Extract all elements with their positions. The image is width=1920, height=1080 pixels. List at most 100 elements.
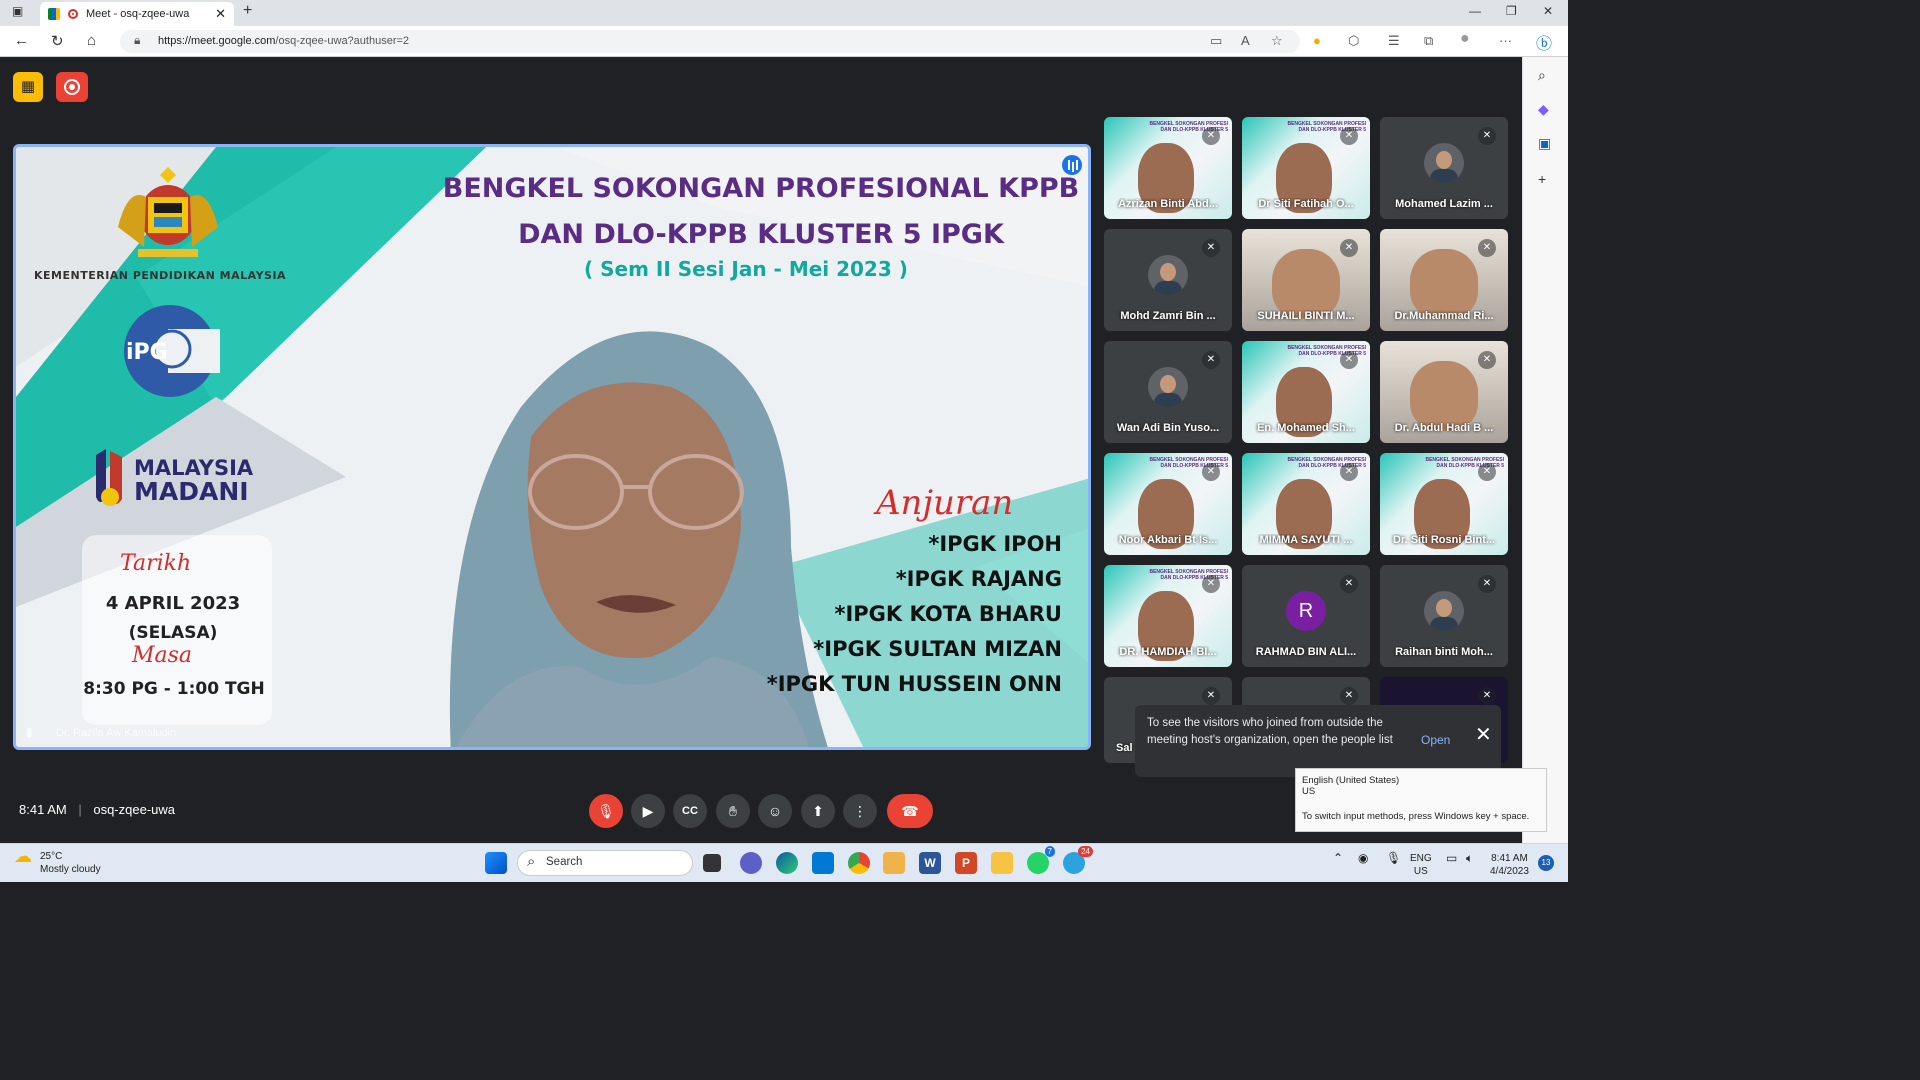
camera-button[interactable]: ▶ [631,794,665,828]
participant-tile[interactable]: R ✕ RAHMAD BIN ALI... [1242,565,1370,667]
task-view-icon[interactable] [703,854,721,872]
favorite-star-icon[interactable]: ☆ [1271,33,1283,49]
browser-toolbar: ← ↻ ⌂ 🔒︎ https://meet.google.com/osq-zqe… [0,26,1568,57]
tray-app-icon[interactable]: ◉ [1358,852,1368,865]
close-window-icon[interactable]: ✕ [1543,4,1553,18]
clock-date: 4/4/2023 [1490,866,1529,877]
ime-hint: To switch input methods, press Windows k… [1302,811,1530,822]
collections-icon[interactable]: ⧉ [1424,33,1433,49]
pin-icon[interactable]: ▮ [26,725,33,739]
participant-tile[interactable]: ✕ Noor Akbari Bt Is... [1104,453,1232,555]
outlook-icon[interactable]: ▣ [1538,135,1551,152]
open-people-list-button[interactable]: Open [1421,732,1450,749]
mic-off-button[interactable]: 🎙︎ [589,794,623,828]
close-tab-icon[interactable]: ✕ [215,6,226,22]
media-player-icon[interactable] [883,852,905,874]
taskbar-search[interactable]: Search [517,850,693,876]
google-meet-favicon-icon [48,8,60,20]
weather-temp: 25°C [40,851,63,862]
restore-window-icon[interactable]: ❐ [1506,4,1517,18]
notification-badge[interactable]: 13 [1538,855,1554,871]
whatsapp-app-icon[interactable]: 7 [1027,846,1055,874]
raise-hand-button[interactable]: ✋︎ [716,794,750,828]
participant-tile[interactable]: ✕ SUHAILI BINTI M... [1242,229,1370,331]
participant-name: Wan Adi Bin Yuso... [1116,422,1220,434]
participant-tile[interactable]: ✕ Mohd Zamri Bin ... [1104,229,1232,331]
muted-mic-icon: ✕ [1340,575,1358,593]
participant-tile[interactable]: ✕ Mohamed Lazim ... [1380,117,1508,219]
tab-actions-icon[interactable]: ▣ [12,4,23,18]
participant-tile[interactable]: ✕ MIMMA SAYUTI ... [1242,453,1370,555]
network-icon[interactable]: ▭ [1446,852,1457,865]
participant-name: Dr. Abdul Hadi B ... [1394,422,1494,434]
notice-text: To see the visitors who joined from outs… [1147,717,1393,746]
chrome-app-icon[interactable] [848,852,870,874]
read-aloud-icon[interactable]: A [1241,33,1250,48]
sidebar-search-icon[interactable]: ⌕ [1538,67,1546,84]
participant-avatar [1148,255,1188,295]
input-method-tooltip: English (United States) US To switch inp… [1295,768,1547,832]
sidebar-tools-icon[interactable]: ◆ [1538,101,1549,118]
bing-chat-icon[interactable]: ⓑ [1536,30,1552,54]
participant-name: SUHAILI BINTI M... [1257,310,1355,322]
edge-app-icon[interactable] [776,852,798,874]
tarikh-label: Tarikh [120,551,192,576]
participant-name: DR. HAMDIAH BI... [1119,646,1217,658]
camera-in-use-icon[interactable]: ▭ [1210,33,1222,49]
file-explorer-icon[interactable] [991,852,1013,874]
language-indicator[interactable]: ENG US [1410,852,1432,878]
participant-tile[interactable]: ✕ Azrizan Binti Abd... [1104,117,1232,219]
teams-chat-icon[interactable] [740,852,762,874]
more-options-button[interactable]: ⋮ [843,794,877,828]
telegram-app-icon[interactable]: 24 [1063,846,1093,874]
present-screen-button[interactable]: ⬆ [801,794,835,828]
event-day: (SELASA) [128,623,218,643]
participant-tile[interactable]: ✕ Dr. Abdul Hadi B ... [1380,341,1508,443]
participant-camera-feed [1410,249,1478,319]
participant-tile[interactable]: ✕ Dr. Siti Rosni Bint... [1380,453,1508,555]
participant-name: Azrizan Binti Abd... [1118,198,1218,210]
muted-mic-icon: ✕ [1202,575,1220,593]
url-path: /osq-zqee-uwa?authuser=2 [275,35,410,47]
powerpoint-app-icon[interactable]: P [955,852,977,874]
microphone-tray-icon[interactable]: 🎙︎ [1386,852,1401,865]
back-icon[interactable]: ← [14,32,29,49]
minimize-window-icon[interactable]: — [1469,4,1481,18]
favorites-icon[interactable]: ☰ [1388,33,1400,49]
show-hidden-icons-icon[interactable]: ⌃ [1333,852,1343,865]
captions-button[interactable]: CC [673,794,707,828]
leave-call-button[interactable]: ☎︎ [887,794,933,828]
volume-icon[interactable]: 🔈︎ [1466,852,1473,865]
main-speaker-video[interactable]: KEMENTERIAN PENDIDIKAN MALAYSIA iPG MALA… [13,144,1091,750]
participant-tile[interactable]: ✕ Wan Adi Bin Yuso... [1104,341,1232,443]
word-app-icon[interactable]: W [919,852,941,874]
system-clock[interactable]: 8:41 AM 4/4/2023 [1490,852,1529,878]
participant-tile[interactable]: ✕ Dr.Muhammad Ri... [1380,229,1508,331]
ime-layout: US [1302,786,1316,797]
weather-widget[interactable]: 25°C Mostly cloudy [14,850,101,876]
participant-tile[interactable]: ✕ DR. HAMDIAH BI... [1104,565,1232,667]
emoji-reactions-button[interactable]: ☺ [758,794,792,828]
ipg-logo-icon: iPG [124,305,220,397]
browser-tab-meet[interactable]: Meet - osq-zqee-uwa ✕ [40,2,234,26]
participant-tile[interactable]: ✕ En. Mohamed Sh... [1242,341,1370,443]
participant-name: Mohd Zamri Bin ... [1120,310,1216,322]
ministry-label: KEMENTERIAN PENDIDIKAN MALAYSIA [34,269,287,282]
dismiss-notice-icon[interactable]: ✕ [1475,725,1492,744]
refresh-icon[interactable]: ↻ [51,32,64,50]
extensions-icon[interactable]: ⬡ [1348,33,1359,49]
organizer-item: *IPGK SULTAN MIZAN [813,637,1062,661]
more-menu-icon[interactable]: ··· [1499,33,1512,48]
extension-bulb-icon[interactable]: ● [1313,33,1321,48]
mail-app-icon[interactable] [812,852,834,874]
start-menu-icon[interactable] [485,852,507,874]
home-icon[interactable]: ⌂ [87,32,96,49]
address-bar[interactable]: 🔒︎ https://meet.google.com/osq-zqee-uwa?… [120,30,1300,53]
participant-tile[interactable]: ✕ Raihan binti Moh... [1380,565,1508,667]
host-controls-icon[interactable]: ▦ [13,72,43,102]
participant-tile[interactable]: ✕ Dr Siti Fatihah O... [1242,117,1370,219]
sidebar-add-icon[interactable]: + [1538,171,1546,187]
recording-indicator-icon[interactable] [56,72,88,102]
new-tab-icon[interactable]: + [243,2,252,20]
profile-avatar-icon[interactable]: ● [1460,30,1470,48]
